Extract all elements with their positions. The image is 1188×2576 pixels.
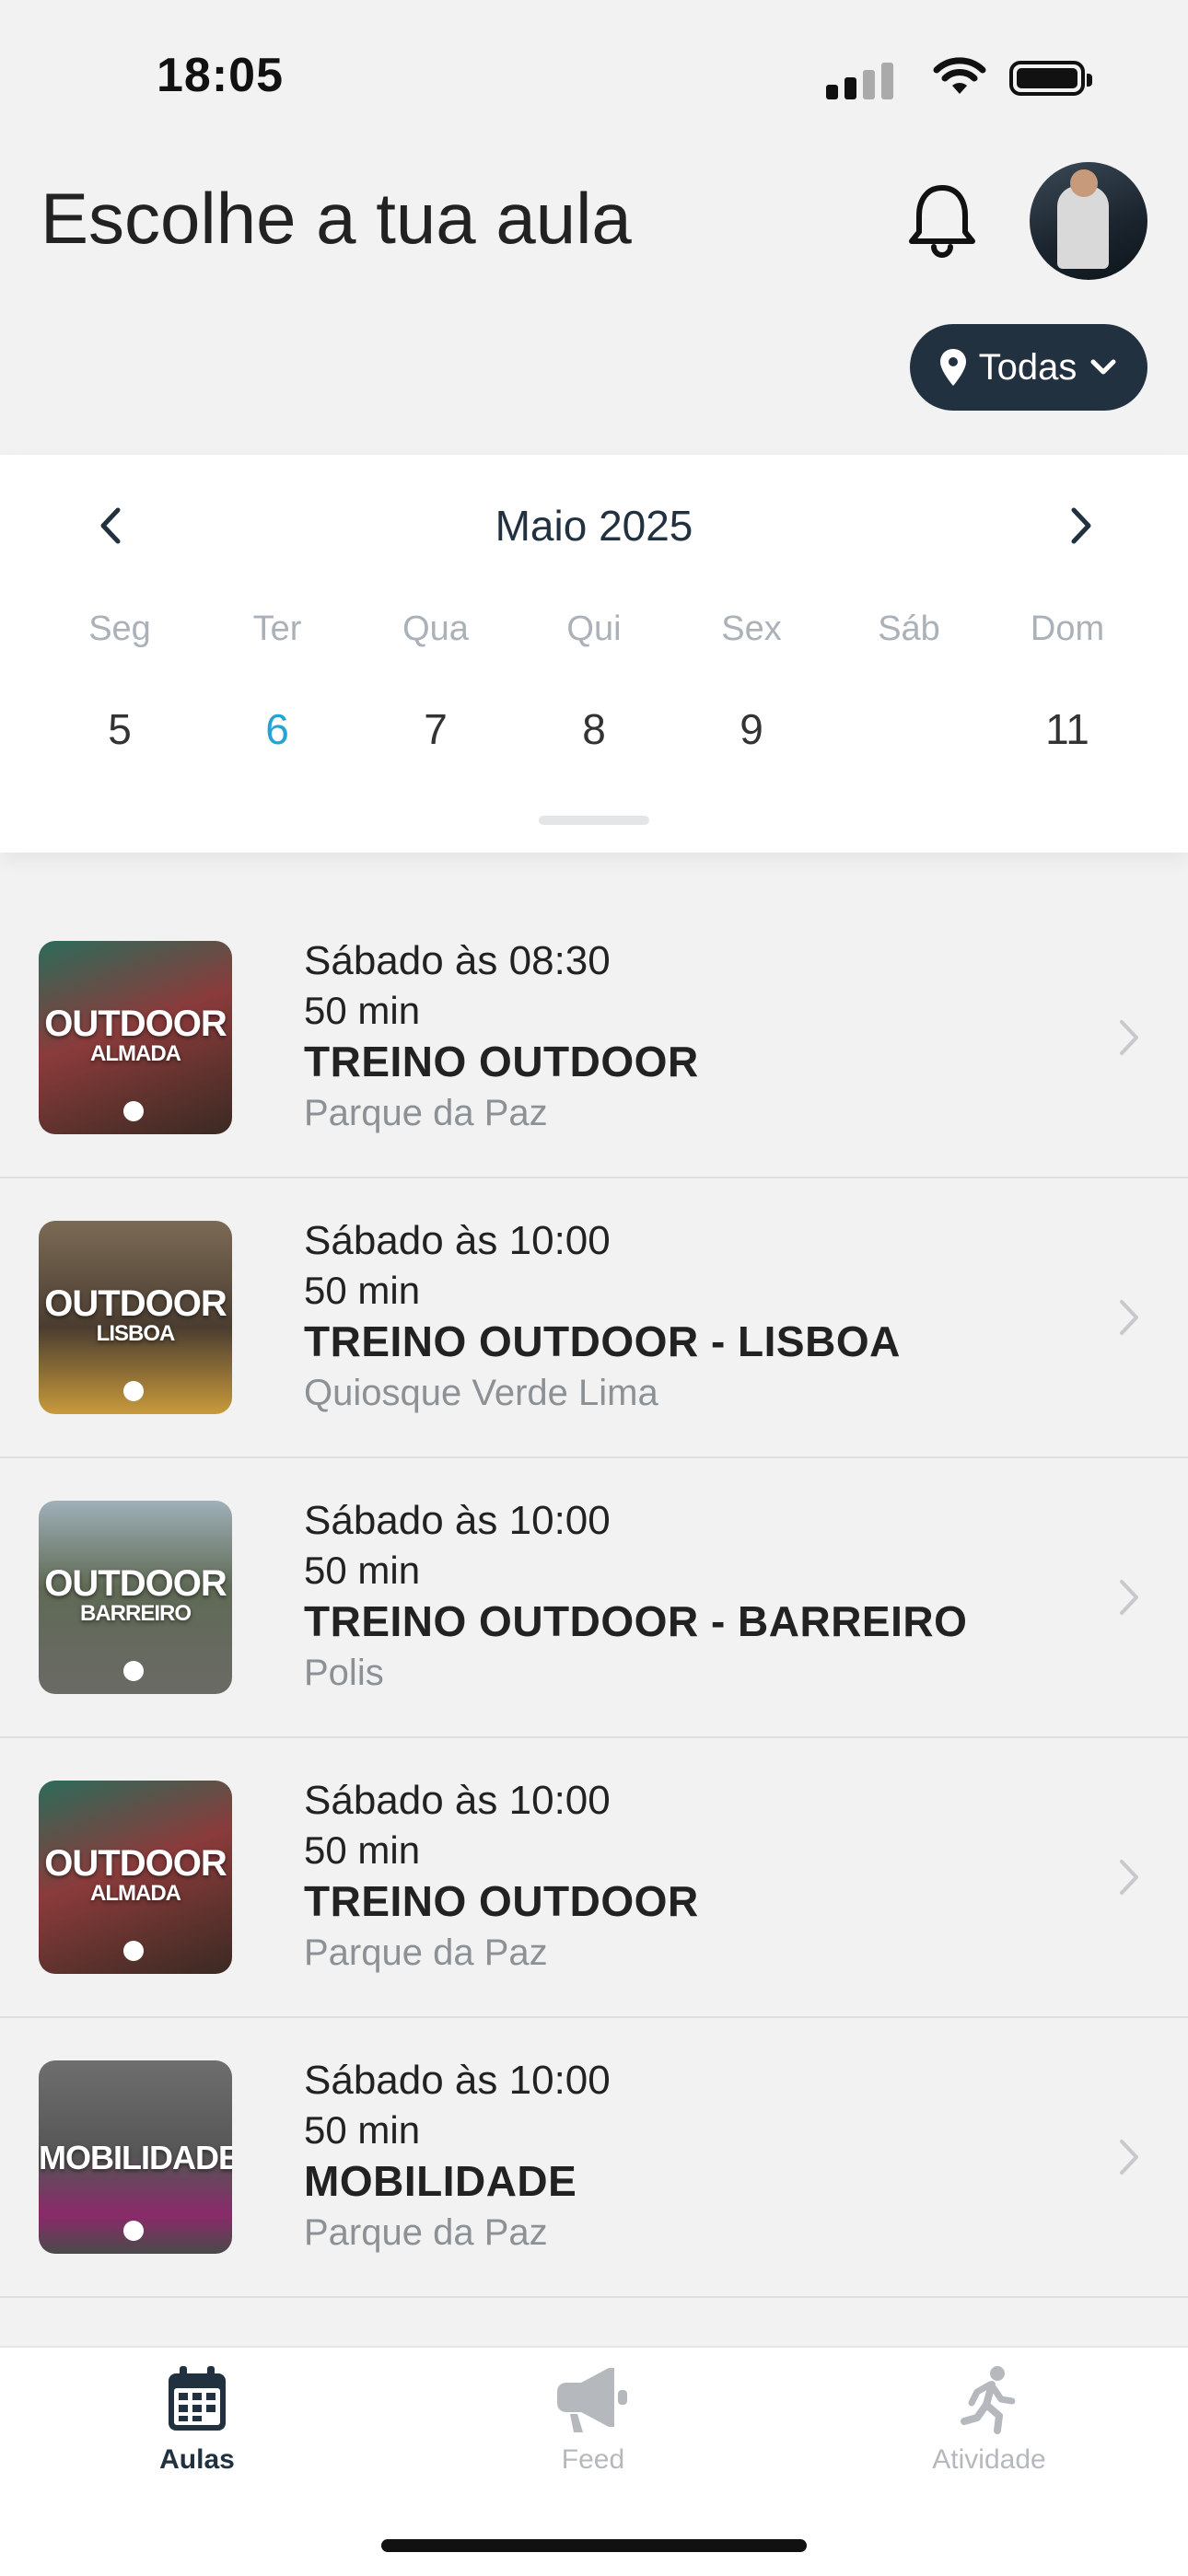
home-indicator (381, 2539, 807, 2552)
weekday-label: Sex (721, 609, 782, 648)
tab-label: Atividade (932, 2444, 1046, 2475)
class-list-item[interactable]: OUTDOOR ALMADA Sábado às 08:30 50 min TRE… (0, 899, 1188, 1178)
class-list-item[interactable]: OUTDOOR ALMADA Sábado às 10:00 50 min TRE… (0, 1738, 1188, 2018)
class-thumbnail: MOBILIDADE (39, 2060, 232, 2254)
weekday-label: Qui (566, 609, 622, 648)
class-thumbnail: OUTDOOR ALMADA (39, 941, 232, 1134)
page-title: Escolhe a tua aula (41, 178, 632, 259)
chevron-right-icon (1120, 1580, 1138, 1615)
day-cell[interactable]: 9 (696, 685, 807, 773)
week-calendar: Maio 2025 Seg Ter Qua Qui Sex Sáb Dom 5 … (0, 455, 1188, 853)
class-time: Sábado às 08:30 (304, 938, 611, 983)
class-name: TREINO OUTDOOR (304, 1877, 699, 1925)
notifications-bell-icon[interactable] (903, 180, 982, 263)
tab-label: Aulas (159, 2444, 235, 2475)
class-time: Sábado às 10:00 (304, 1218, 611, 1263)
chevron-right-icon (1120, 1300, 1138, 1335)
class-time: Sábado às 10:00 (304, 1778, 611, 1823)
kettlebell-logo-icon (123, 1101, 144, 1121)
class-list: OUTDOOR ALMADA Sábado às 08:30 50 min TRE… (0, 899, 1188, 2298)
class-thumbnail: OUTDOOR BARREIRO (39, 1501, 232, 1694)
class-location: Parque da Paz (304, 1932, 548, 1973)
day-cell[interactable]: 5 (64, 685, 175, 773)
status-bar: 18:05 (0, 0, 1188, 147)
tab-aulas[interactable]: Aulas (87, 2364, 308, 2476)
chevron-right-icon (1120, 1020, 1138, 1055)
location-filter-label: Todas (978, 346, 1077, 388)
class-location: Parque da Paz (304, 2212, 548, 2253)
class-thumbnail: OUTDOOR ALMADA (39, 1781, 232, 1974)
class-time: Sábado às 10:00 (304, 1498, 611, 1543)
wifi-icon (933, 57, 986, 94)
battery-icon (1009, 61, 1092, 96)
user-avatar[interactable] (1030, 162, 1147, 280)
chevron-right-icon[interactable] (1057, 503, 1103, 549)
class-duration: 50 min (304, 989, 421, 1032)
chevron-right-icon (1120, 2140, 1138, 2175)
tab-label: Feed (561, 2444, 625, 2475)
class-location: Polis (304, 1653, 384, 1693)
class-list-item[interactable]: OUTDOOR BARREIRO Sábado às 10:00 50 min T… (0, 1458, 1188, 1738)
weekday-label: Ter (252, 609, 302, 648)
class-name: TREINO OUTDOOR - LISBOA (304, 1317, 901, 1365)
calendar-drag-handle[interactable] (539, 816, 649, 825)
location-pin-icon (939, 349, 966, 386)
kettlebell-logo-icon (123, 1381, 144, 1401)
day-cell-today[interactable]: 6 (222, 685, 332, 773)
cellular-signal-icon (826, 63, 893, 99)
class-duration: 50 min (304, 1828, 421, 1872)
megaphone-icon (557, 2368, 627, 2432)
class-location: Quiosque Verde Lima (304, 1373, 658, 1413)
class-name: MOBILIDADE (304, 2157, 577, 2205)
class-location: Parque da Paz (304, 1093, 548, 1133)
tab-atividade[interactable]: Atividade (879, 2364, 1100, 2476)
day-cell[interactable]: 11 (1012, 685, 1123, 773)
day-cell[interactable]: 8 (539, 685, 649, 773)
day-cell[interactable]: 7 (380, 685, 491, 773)
class-duration: 50 min (304, 2108, 421, 2152)
chevron-down-icon (1090, 359, 1116, 375)
tab-feed[interactable]: Feed (483, 2364, 704, 2476)
kettlebell-logo-icon (123, 1941, 144, 1961)
class-thumbnail: OUTDOOR LISBOA (39, 1221, 232, 1414)
kettlebell-logo-icon (123, 2221, 144, 2241)
class-duration: 50 min (304, 1269, 421, 1312)
class-list-item[interactable]: MOBILIDADE Sábado às 10:00 50 min MOBILI… (0, 2018, 1188, 2298)
class-list-item[interactable]: OUTDOOR LISBOA Sábado às 10:00 50 min TRE… (0, 1178, 1188, 1458)
class-name: TREINO OUTDOOR - BARREIRO (304, 1597, 968, 1645)
kettlebell-logo-icon (123, 1661, 144, 1681)
class-time: Sábado às 10:00 (304, 2058, 611, 2103)
weekday-label: Sáb (878, 609, 940, 648)
class-name: TREINO OUTDOOR (304, 1038, 699, 1085)
day-cell-selected[interactable]: 10 (854, 685, 964, 773)
class-duration: 50 min (304, 1549, 421, 1592)
weekday-label: Seg (88, 609, 151, 648)
chevron-right-icon (1120, 1860, 1138, 1895)
calendar-icon (169, 2366, 226, 2431)
running-person-icon (961, 2366, 1016, 2434)
weekday-label: Qua (402, 609, 469, 648)
month-label: Maio 2025 (495, 502, 693, 550)
weekday-label: Dom (1030, 609, 1105, 648)
status-time: 18:05 (157, 49, 284, 102)
location-filter-button[interactable]: Todas (910, 324, 1147, 411)
